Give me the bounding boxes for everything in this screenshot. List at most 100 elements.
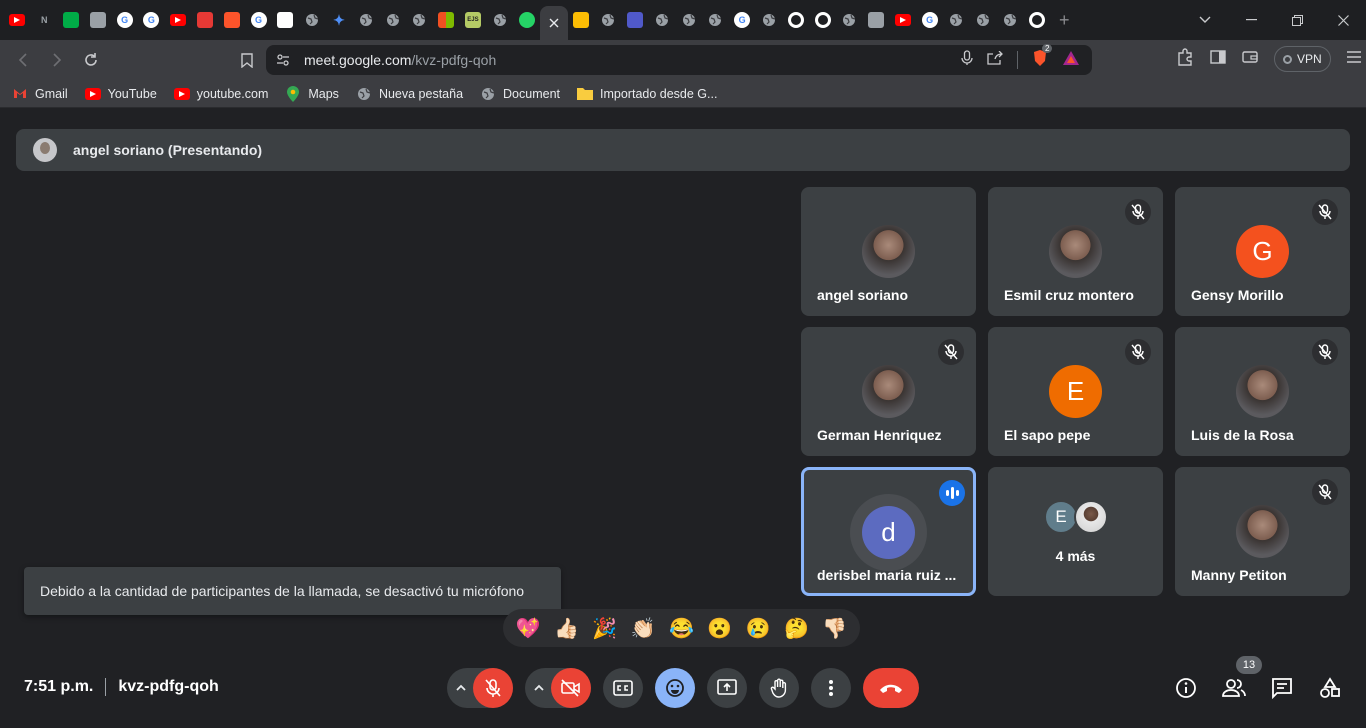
activities-button[interactable] (1317, 675, 1343, 701)
wallet-icon[interactable] (1242, 50, 1258, 69)
browser-tab[interactable] (4, 0, 31, 40)
browser-tab[interactable]: G (138, 0, 165, 40)
present-button[interactable] (707, 668, 747, 708)
browser-tab[interactable] (863, 0, 890, 40)
vpn-button[interactable]: VPN (1274, 46, 1331, 72)
presenter-banner[interactable]: angel soriano (Presentando) (16, 129, 1350, 171)
raise-hand-button[interactable] (759, 668, 799, 708)
browser-tab[interactable] (675, 0, 702, 40)
participant-tile[interactable]: Esmil cruz montero (988, 187, 1163, 316)
more-participants-tile[interactable]: E 4 más (988, 467, 1163, 596)
browser-tab[interactable] (486, 0, 513, 40)
browser-tab[interactable] (272, 0, 299, 40)
brave-rewards-icon[interactable] (1062, 50, 1080, 71)
mic-toggle-button[interactable] (473, 668, 513, 708)
bookmark-item[interactable]: Nueva pestaña (356, 86, 463, 102)
bookmark-item[interactable]: Gmail (12, 86, 68, 102)
reload-button[interactable] (76, 45, 106, 75)
tab-search-button[interactable] (1182, 0, 1228, 40)
reaction-emoji[interactable]: 👎🏻 (822, 616, 847, 641)
reaction-emoji[interactable]: 😂 (669, 616, 694, 641)
participant-tile[interactable]: G Gensy Morillo (1175, 187, 1350, 316)
participant-tile[interactable]: Manny Petiton (1175, 467, 1350, 596)
browser-tab[interactable]: N (31, 0, 58, 40)
bookmark-icon[interactable] (232, 45, 262, 75)
browser-tab[interactable] (622, 0, 649, 40)
extensions-icon[interactable] (1176, 47, 1194, 71)
browser-tab[interactable] (218, 0, 245, 40)
browser-tab[interactable] (1023, 0, 1050, 40)
reaction-emoji[interactable]: 🤔 (784, 616, 809, 641)
leave-call-button[interactable] (863, 668, 919, 708)
site-info-icon[interactable] (276, 53, 290, 72)
browser-tab[interactable]: G (916, 0, 943, 40)
browser-tab[interactable] (943, 0, 970, 40)
back-button[interactable] (8, 45, 38, 75)
browser-tab[interactable] (702, 0, 729, 40)
browser-tab[interactable] (165, 0, 192, 40)
browser-tab[interactable]: ✦ (326, 0, 353, 40)
mic-options-chevron-icon[interactable] (455, 680, 467, 701)
bookmark-item[interactable]: Maps (285, 85, 339, 102)
browser-tab[interactable] (809, 0, 836, 40)
browser-tab[interactable] (997, 0, 1024, 40)
reaction-emoji[interactable]: 😮 (707, 616, 732, 641)
reaction-emoji[interactable]: 👏🏻 (631, 616, 656, 641)
browser-tab[interactable]: EJS (460, 0, 487, 40)
participant-tile[interactable]: E El sapo pepe (988, 327, 1163, 456)
browser-tab[interactable] (568, 0, 595, 40)
address-bar[interactable]: meet.google.com/kvz-pdfg-qoh 2 (266, 43, 1092, 75)
brave-shields-icon[interactable]: 2 (1032, 43, 1053, 72)
microphone-icon[interactable] (961, 49, 973, 71)
browser-tab[interactable] (192, 0, 219, 40)
participant-tile[interactable]: German Henriquez (801, 327, 976, 456)
browser-tab[interactable]: G (729, 0, 756, 40)
bookmark-item[interactable]: youtube.com (173, 87, 268, 101)
participant-tile[interactable]: d derisbel maria ruiz ... (801, 467, 976, 596)
reaction-emoji[interactable]: 👍🏻 (554, 616, 579, 641)
new-tab-button[interactable]: + (1050, 0, 1078, 40)
sidebar-icon[interactable] (1210, 49, 1226, 69)
reactions-button[interactable] (655, 668, 695, 708)
browser-tab[interactable] (406, 0, 433, 40)
reaction-emoji[interactable]: 🎉 (592, 616, 617, 641)
bookmark-item[interactable]: Document (480, 86, 560, 102)
browser-tab[interactable] (352, 0, 379, 40)
browser-tab[interactable] (970, 0, 997, 40)
bookmark-item[interactable]: Importado desde G... (577, 86, 717, 102)
close-window-button[interactable] (1320, 0, 1366, 40)
chat-button[interactable] (1269, 675, 1295, 701)
browser-tab[interactable] (84, 0, 111, 40)
browser-tab[interactable] (648, 0, 675, 40)
share-icon[interactable] (987, 50, 1003, 70)
restore-button[interactable] (1274, 0, 1320, 40)
browser-tab[interactable] (595, 0, 622, 40)
minimize-button[interactable] (1228, 0, 1274, 40)
bookmark-item[interactable]: YouTube (84, 87, 157, 101)
browser-tab[interactable]: G (245, 0, 272, 40)
browser-tab[interactable] (539, 6, 568, 40)
browser-tab[interactable] (299, 0, 326, 40)
forward-button[interactable] (42, 45, 72, 75)
camera-options-chevron-icon[interactable] (533, 680, 545, 701)
reaction-emoji[interactable]: 💖 (516, 616, 541, 641)
more-options-button[interactable] (811, 668, 851, 708)
browser-tab[interactable] (433, 0, 460, 40)
browser-tab[interactable] (379, 0, 406, 40)
browser-tab[interactable] (890, 0, 917, 40)
browser-tab[interactable] (756, 0, 783, 40)
captions-button[interactable] (603, 668, 643, 708)
menu-icon[interactable] (1346, 50, 1361, 68)
participant-tile[interactable]: angel soriano (801, 187, 976, 316)
people-button[interactable] (1221, 675, 1247, 701)
participant-tile[interactable]: Luis de la Rosa (1175, 327, 1350, 456)
camera-toggle-button[interactable] (551, 668, 591, 708)
meeting-details-button[interactable] (1173, 675, 1199, 701)
browser-tab[interactable] (58, 0, 85, 40)
browser-tab[interactable] (836, 0, 863, 40)
browser-tab[interactable] (513, 0, 540, 40)
browser-tab[interactable] (782, 0, 809, 40)
reaction-emoji[interactable]: 😢 (746, 616, 771, 641)
meet-icon (62, 12, 79, 28)
browser-tab[interactable]: G (111, 0, 138, 40)
